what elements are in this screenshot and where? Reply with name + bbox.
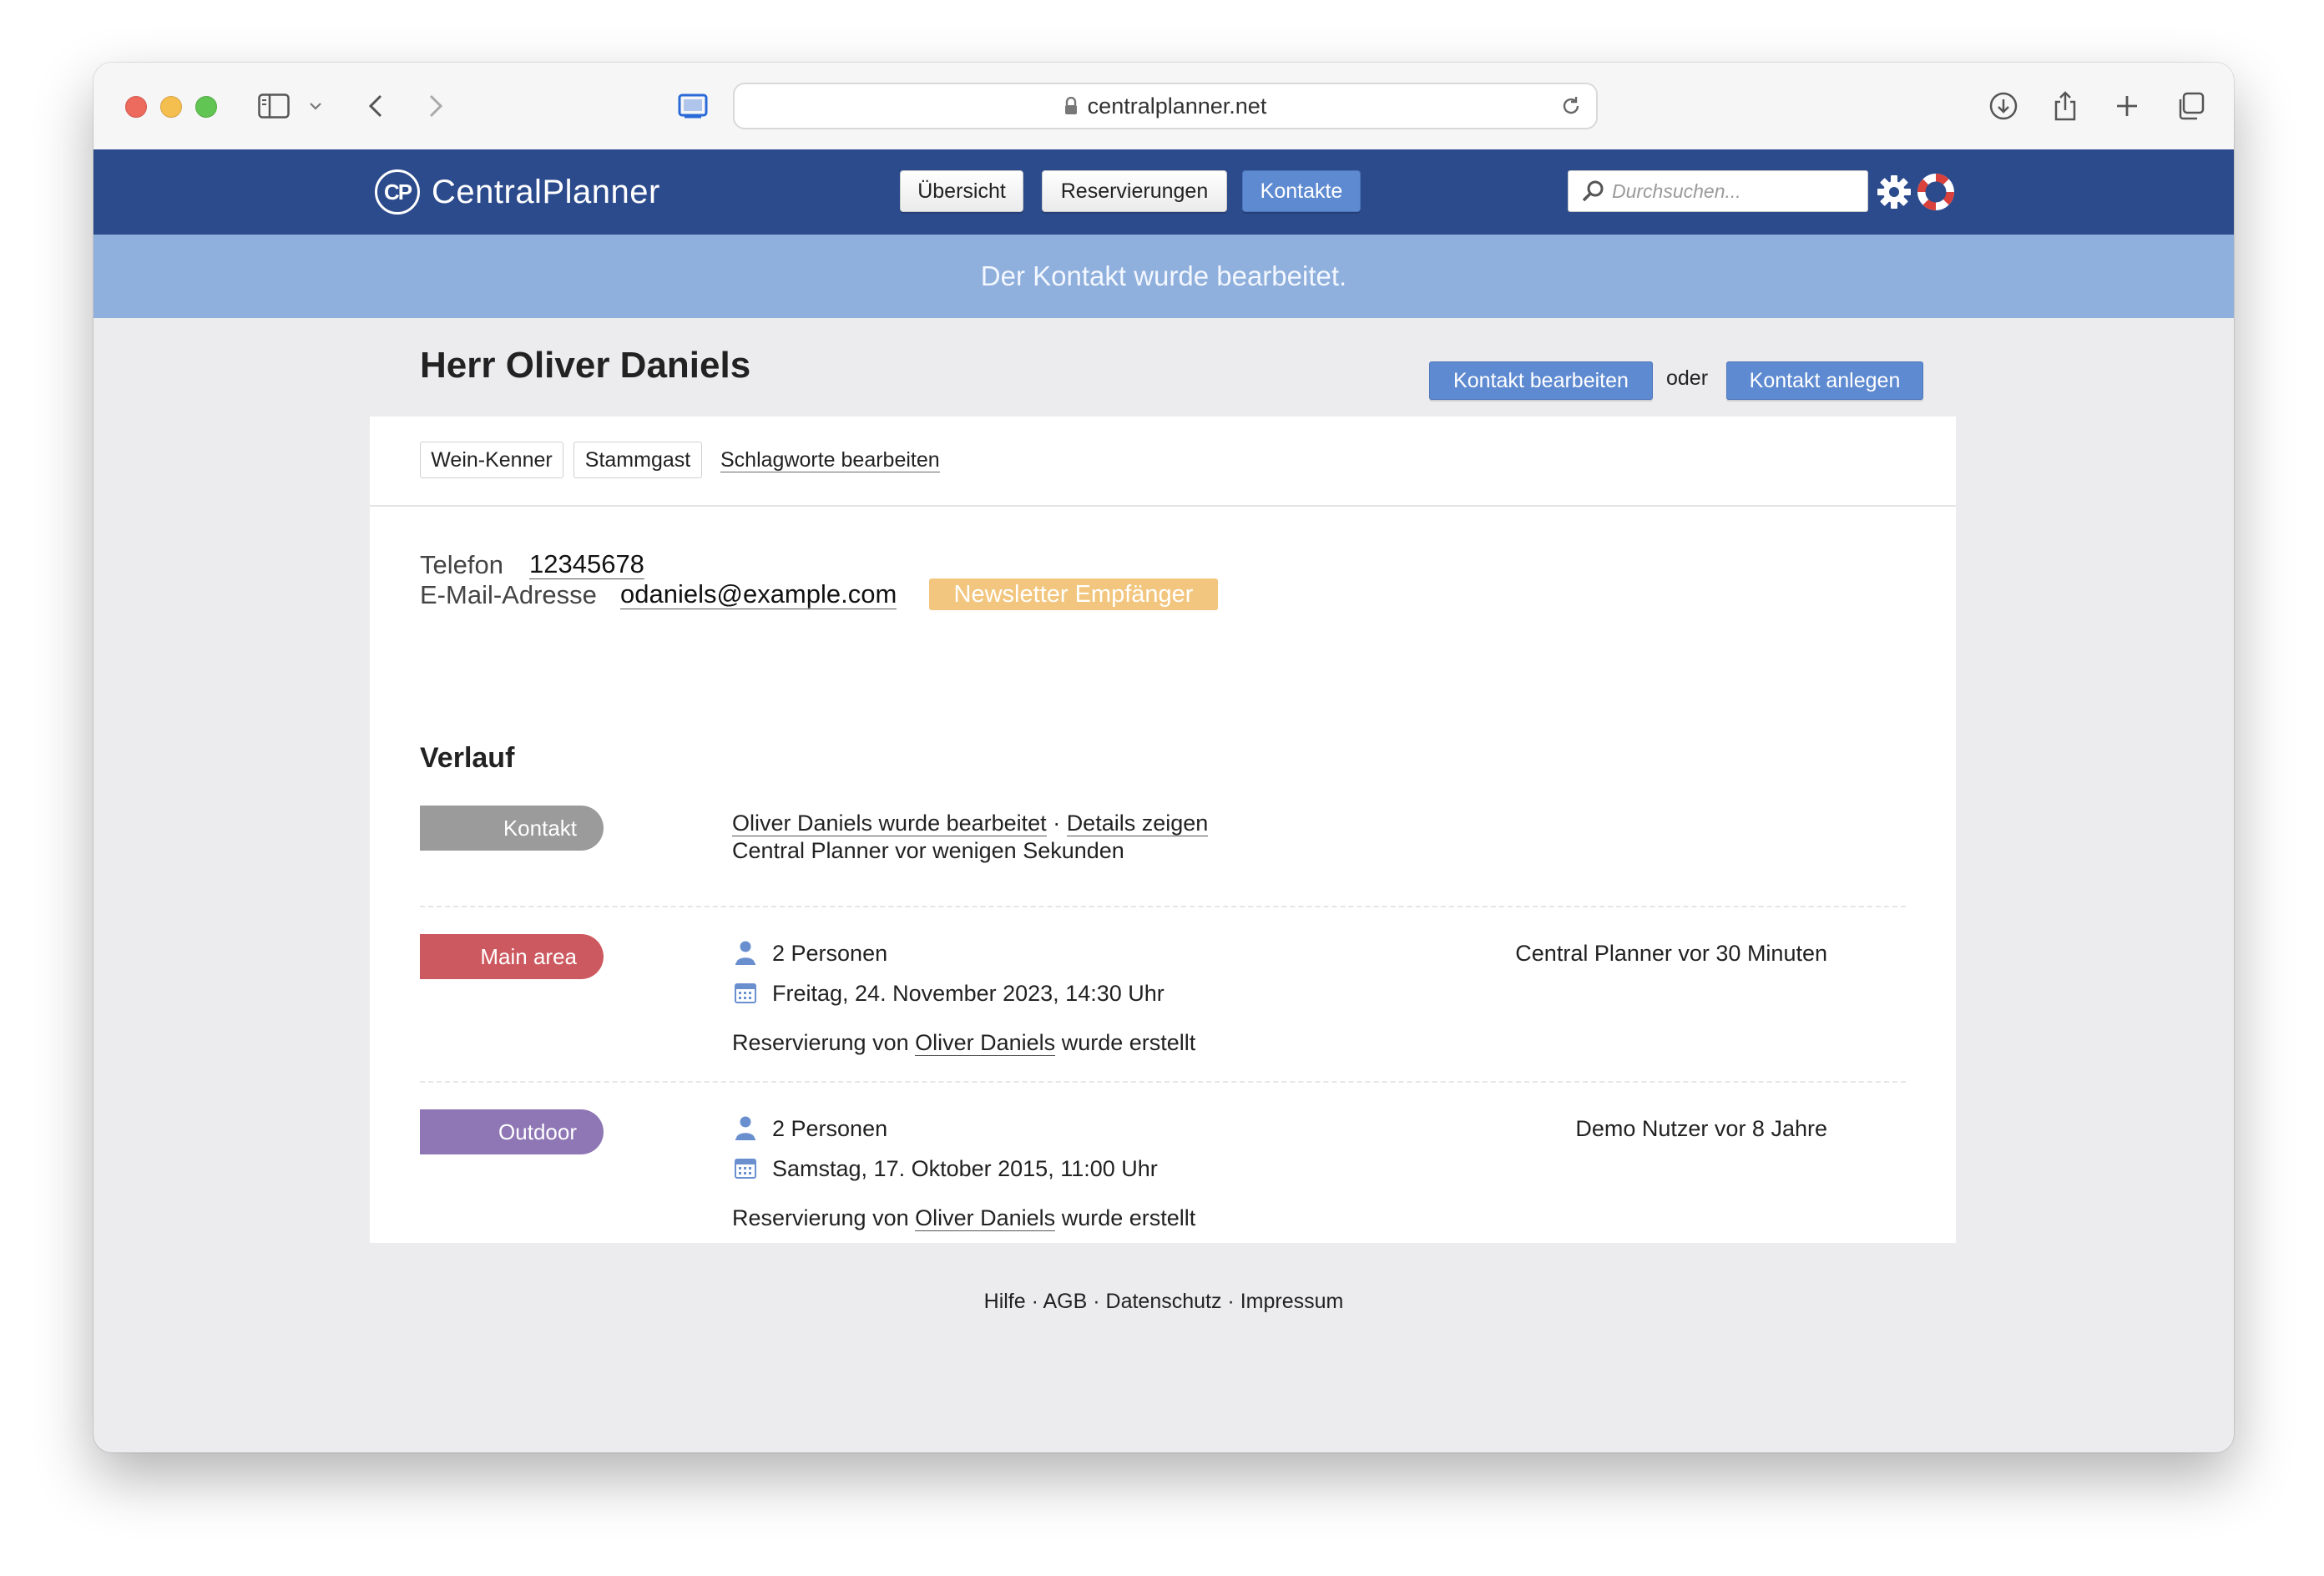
- history-entry-description: Reservierung von Oliver Daniels wurde er…: [732, 1205, 1195, 1231]
- back-icon[interactable]: [359, 88, 392, 124]
- history-entry-description: Reservierung von Oliver Daniels wurde er…: [732, 1030, 1195, 1056]
- edit-tags-link[interactable]: Schlagworte bearbeiten: [720, 448, 940, 472]
- footer-link-hilfe[interactable]: Hilfe: [984, 1290, 1026, 1313]
- url-text: centralplanner.net: [1087, 93, 1267, 119]
- history-category-outdoor: Outdoor: [420, 1109, 604, 1154]
- browser-window: centralplanner.net CP CentralPlanner Übe…: [93, 63, 2234, 1452]
- description-prefix: Reservierung von: [732, 1205, 916, 1230]
- history-entry-date: Freitag, 24. November 2023, 14:30 Uhr: [772, 981, 1165, 1006]
- history-entry-meta: Demo Nutzer vor 8 Jahre: [1575, 1116, 1827, 1141]
- nav-kontakte[interactable]: Kontakte: [1242, 170, 1361, 212]
- description-suffix: wurde erstellt: [1055, 1205, 1196, 1230]
- app-logo[interactable]: CP CentralPlanner: [375, 168, 660, 216]
- tab-screen-icon[interactable]: [676, 88, 710, 124]
- history-entry-date: Samstag, 17. Oktober 2015, 11:00 Uhr: [772, 1156, 1158, 1181]
- new-contact-button[interactable]: Kontakt anlegen: [1726, 361, 1923, 400]
- footer: Hilfe · AGB · Datenschutz · Impressum: [93, 1290, 2234, 1314]
- calendar-icon: [732, 1154, 759, 1181]
- search-input[interactable]: [1610, 179, 1856, 204]
- share-icon[interactable]: [2047, 88, 2084, 124]
- history-separator: [420, 906, 1906, 907]
- lifebuoy-icon[interactable]: [1917, 173, 1955, 211]
- footer-separator: ·: [1025, 1290, 1043, 1313]
- tag-stammgast[interactable]: Stammgast: [573, 442, 702, 478]
- footer-separator: ·: [1087, 1290, 1106, 1313]
- history-entry-kontakt-line2: Central Planner vor wenigen Sekunden: [732, 838, 1124, 863]
- nav-reservierungen[interactable]: Reservierungen: [1042, 170, 1227, 212]
- footer-link-impressum[interactable]: Impressum: [1240, 1290, 1344, 1313]
- nav-uebersicht[interactable]: Übersicht: [900, 170, 1023, 212]
- calendar-icon: [732, 979, 759, 1006]
- zoom-window-button[interactable]: [195, 96, 217, 118]
- history-entry-separator: ·: [1046, 811, 1067, 836]
- footer-link-datenschutz[interactable]: Datenschutz: [1106, 1290, 1222, 1313]
- page-title: Herr Oliver Daniels: [420, 345, 751, 386]
- history-entry-kontakt-line1: Oliver Daniels wurde bearbeitet · Detail…: [732, 811, 1209, 836]
- flash-message: Der Kontakt wurde bearbeitet.: [93, 235, 2234, 318]
- description-suffix: wurde erstellt: [1055, 1030, 1196, 1055]
- history-entry-persons: 2 Personen: [772, 1116, 888, 1141]
- browser-toolbar: centralplanner.net: [93, 63, 2234, 150]
- forward-icon[interactable]: [419, 88, 452, 124]
- minimize-window-button[interactable]: [160, 96, 182, 118]
- gear-icon[interactable]: [1875, 173, 1913, 211]
- footer-link-agb[interactable]: AGB: [1043, 1290, 1088, 1313]
- tag-row: Wein-Kenner Stammgast Schlagworte bearbe…: [370, 417, 1956, 507]
- tag-wein-kenner[interactable]: Wein-Kenner: [420, 442, 563, 478]
- history-separator: [420, 1081, 1906, 1083]
- history-category-main-area: Main area: [420, 934, 604, 979]
- phone-label: Telefon: [420, 550, 503, 579]
- history-title: Verlauf: [420, 742, 515, 774]
- contact-name-link[interactable]: Oliver Daniels: [915, 1205, 1056, 1231]
- edit-contact-button[interactable]: Kontakt bearbeiten: [1429, 361, 1653, 400]
- cp-logo-icon: CP: [375, 169, 420, 215]
- email-value[interactable]: odaniels@example.com: [620, 580, 897, 609]
- app-logo-text: CentralPlanner: [432, 173, 660, 210]
- tab-overview-icon[interactable]: [2172, 88, 2209, 124]
- chevron-down-icon[interactable]: [306, 88, 326, 124]
- address-bar[interactable]: centralplanner.net: [733, 83, 1598, 129]
- history-entry-meta: Central Planner vor 30 Minuten: [1515, 941, 1827, 966]
- contact-name-link[interactable]: Oliver Daniels: [915, 1030, 1056, 1056]
- footer-separator: ·: [1221, 1290, 1240, 1313]
- history-entry-persons: 2 Personen: [772, 941, 888, 966]
- person-icon: [732, 939, 759, 966]
- or-label: oder: [1666, 366, 1709, 390]
- search-box[interactable]: [1568, 170, 1868, 212]
- details-link[interactable]: Details zeigen: [1066, 811, 1209, 836]
- description-prefix: Reservierung von: [732, 1030, 916, 1055]
- magnifier-icon: [1580, 179, 1605, 204]
- history-category-kontakt: Kontakt: [420, 806, 604, 851]
- reload-icon[interactable]: [1559, 94, 1583, 118]
- new-tab-icon[interactable]: [2109, 88, 2145, 124]
- downloads-icon[interactable]: [1985, 88, 2022, 124]
- sidebar-toggle-icon[interactable]: [255, 88, 292, 124]
- close-window-button[interactable]: [125, 96, 147, 118]
- newsletter-badge: Newsletter Empfänger: [929, 578, 1218, 610]
- lock-icon: [1064, 97, 1078, 115]
- history-entry-link[interactable]: Oliver Daniels wurde bearbeitet: [732, 811, 1047, 836]
- contact-card: Wein-Kenner Stammgast Schlagworte bearbe…: [370, 417, 1956, 1243]
- app-header: CP CentralPlanner Übersicht Reservierung…: [93, 149, 2234, 235]
- person-icon: [732, 1114, 759, 1141]
- phone-value[interactable]: 12345678: [529, 550, 644, 579]
- email-label: E-Mail-Adresse: [420, 580, 597, 609]
